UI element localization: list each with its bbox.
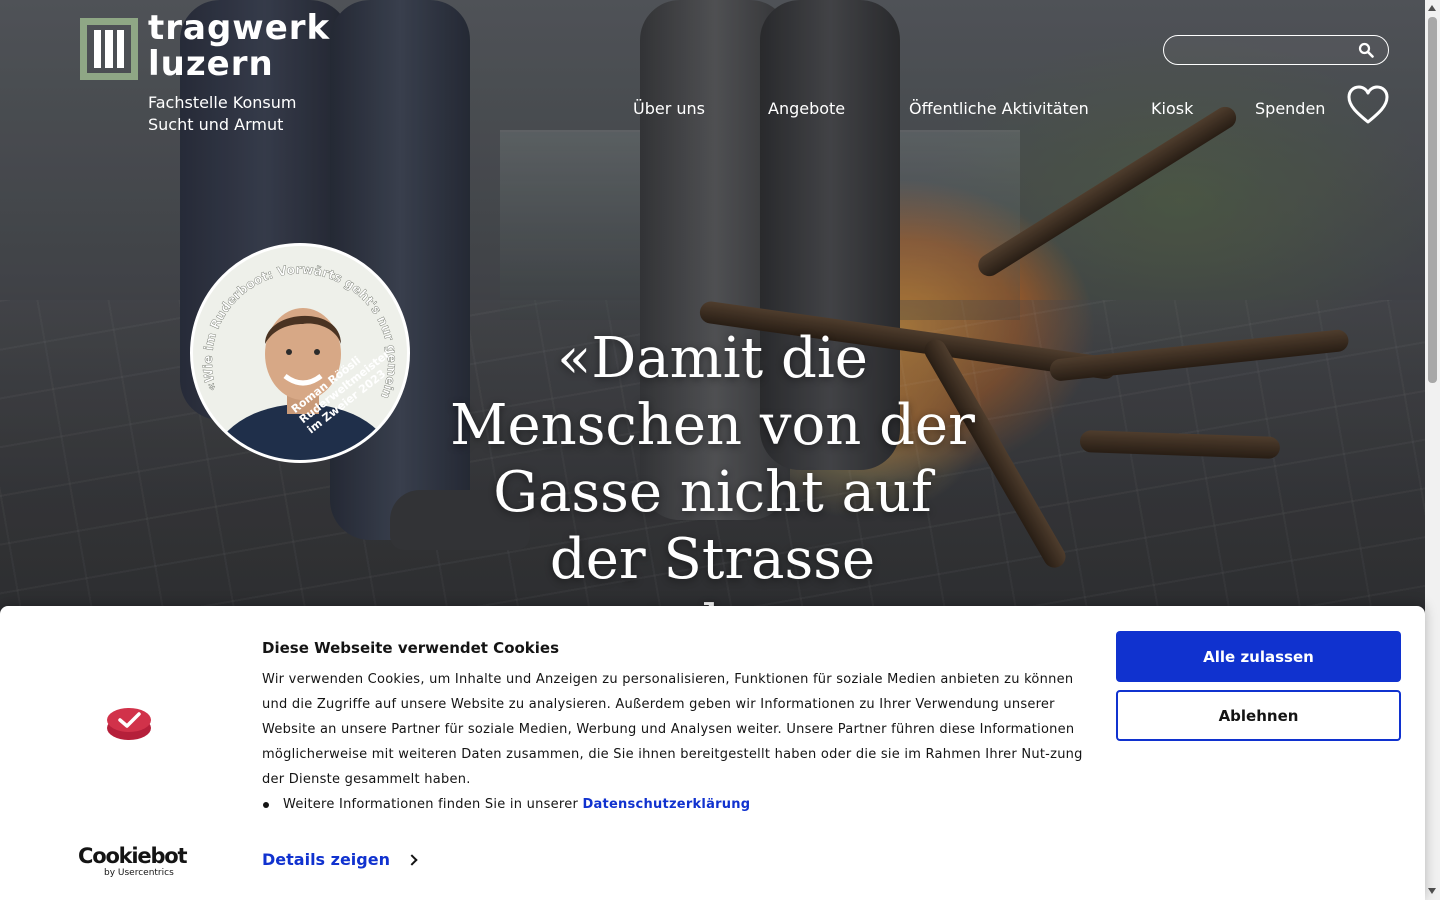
logo-line-1: tragwerk [148, 8, 331, 48]
logo-mark-icon [80, 18, 138, 80]
search-icon[interactable] [1358, 42, 1374, 58]
cookie-body-text: Wir verwenden Cookies, um Inhalte und An… [262, 672, 1083, 787]
allow-all-button[interactable]: Alle zulassen [1116, 631, 1401, 682]
cookiebot-logo: Cookiebot by Usercentrics [78, 844, 188, 878]
cookie-banner: Diese Webseite verwendet Cookies Wir ver… [0, 606, 1425, 900]
search-input[interactable] [1176, 40, 1346, 60]
chevron-right-icon [406, 854, 418, 866]
nav-item-oeffentliche-aktivitaeten[interactable]: Öffentliche Aktivitäten [909, 100, 1089, 118]
deny-button[interactable]: Ablehnen [1116, 690, 1401, 741]
search-box[interactable] [1163, 35, 1389, 65]
nav-item-spenden[interactable]: Spenden [1255, 100, 1325, 118]
cookie-info-list: Weitere Informationen finden Sie in unse… [262, 792, 750, 817]
logo-wordmark: tragwerk luzern [148, 10, 330, 82]
cookie-info-item: Weitere Informationen finden Sie in unse… [262, 792, 750, 817]
badge-caption-title: Ruderweltmeister [297, 347, 393, 426]
cookie-title: Diese Webseite verwendet Cookies [262, 639, 560, 657]
main-nav: Über uns Angebote Öffentliche Aktivitäte… [0, 100, 1440, 120]
nav-item-angebote[interactable]: Angebote [768, 100, 845, 118]
testimonial-badge[interactable]: «Wie im Ruderboot: Vorwärts geht's nur g… [190, 243, 410, 463]
privacy-policy-link[interactable]: Datenschutzerklärung [582, 797, 750, 812]
cookie-brand-icon [107, 708, 151, 740]
scrollbar-thumb[interactable] [1428, 17, 1437, 383]
nav-item-kiosk[interactable]: Kiosk [1151, 100, 1193, 118]
page-scrollbar[interactable] [1425, 0, 1440, 900]
badge-ring: «Wie im Ruderboot: Vorwärts geht's nur g… [193, 246, 400, 436]
scroll-down-icon[interactable] [1428, 888, 1436, 894]
heart-icon[interactable] [1347, 85, 1389, 125]
nav-item-ueber-uns[interactable]: Über uns [633, 100, 705, 118]
scroll-up-icon[interactable] [1428, 5, 1436, 11]
show-details-link[interactable]: Details zeigen [262, 849, 418, 871]
logo-line-2: luzern [148, 44, 274, 84]
